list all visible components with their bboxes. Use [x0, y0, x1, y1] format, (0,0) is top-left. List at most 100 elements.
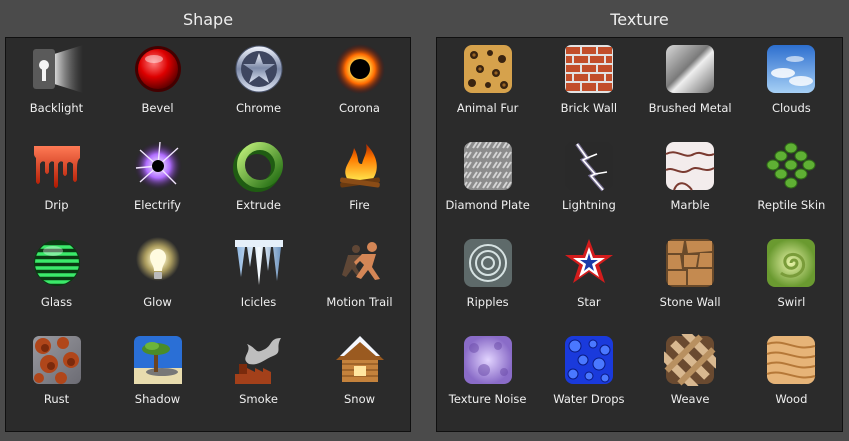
texture-panel-title: Texture [610, 10, 669, 29]
shape-tile-label: Corona [339, 101, 380, 115]
shape-tile-backlight[interactable]: Backlight [6, 41, 107, 138]
fire-icon [334, 138, 386, 192]
smoke-icon [233, 332, 285, 386]
texture-tile-label: Clouds [771, 101, 811, 115]
shape-tile-label: Smoke [239, 392, 278, 406]
shape-tile-label: Chrome [235, 101, 282, 115]
shape-tile-drip[interactable]: Drip [6, 138, 107, 235]
texture-tile-label: Water Drops [553, 392, 625, 406]
texture-grid: Animal Fur Brick Wall Brushed Metal Clou… [437, 38, 842, 431]
shape-tile-glass[interactable]: Glass [6, 235, 107, 332]
reptile-skin-icon [765, 138, 817, 192]
texture-tile-label: Animal Fur [456, 101, 519, 115]
shape-tile-label: Electrify [134, 198, 181, 212]
shape-tile-label: Backlight [29, 101, 84, 115]
shape-tile-label: Drip [44, 198, 69, 212]
rust-icon [31, 332, 83, 386]
chrome-icon [233, 41, 285, 95]
star-icon [563, 235, 615, 289]
glow-icon [132, 235, 184, 289]
texture-tile-reptile-skin[interactable]: Reptile Skin [741, 138, 842, 235]
bevel-icon [132, 41, 184, 95]
shape-tile-label: Rust [43, 392, 70, 406]
texture-tile-brushed-metal[interactable]: Brushed Metal [640, 41, 741, 138]
shape-tile-label: Shadow [134, 392, 181, 406]
shape-tile-icicles[interactable]: Icicles [208, 235, 309, 332]
texture-tile-label: Texture Noise [448, 392, 527, 406]
animal-fur-icon [462, 41, 514, 95]
texture-tile-wood[interactable]: Wood [741, 332, 842, 429]
texture-tile-label: Wood [775, 392, 808, 406]
shape-tile-bevel[interactable]: Bevel [107, 41, 208, 138]
weave-icon [664, 332, 717, 386]
shape-tile-chrome[interactable]: Chrome [208, 41, 309, 138]
shape-panel-title: Shape [182, 10, 234, 29]
texture-tile-weave[interactable]: Weave [640, 332, 741, 429]
texture-tile-label: Star [577, 295, 601, 309]
shape-tile-motion-trail[interactable]: Motion Trail [309, 235, 410, 332]
texture-tile-water-drops[interactable]: Water Drops [538, 332, 639, 429]
texture-tile-diamond-plate[interactable]: Diamond Plate [437, 138, 538, 235]
shape-tile-smoke[interactable]: Smoke [208, 332, 309, 429]
ripples-icon [462, 235, 514, 289]
shape-tile-fire[interactable]: Fire [309, 138, 410, 235]
texture-tile-brick-wall[interactable]: Brick Wall [538, 41, 639, 138]
texture-tile-stone-wall[interactable]: Stone Wall [640, 235, 741, 332]
texture-tile-swirl[interactable]: Swirl [741, 235, 842, 332]
shape-tile-label: Snow [343, 392, 376, 406]
texture-tile-star[interactable]: Star [538, 235, 639, 332]
shape-tile-label: Motion Trail [326, 295, 393, 309]
texture-tile-label: Diamond Plate [445, 198, 530, 212]
extrude-icon [232, 138, 285, 192]
brushed-metal-icon [664, 41, 716, 95]
texture-tile-marble[interactable]: Marble [640, 138, 741, 235]
shape-tile-electrify[interactable]: Electrify [107, 138, 208, 235]
shape-panel: Backlight Bevel Chrome Corona Drip Elect… [5, 37, 411, 432]
texture-tile-lightning[interactable]: Lightning [538, 138, 639, 235]
shape-tile-label: Glass [40, 295, 73, 309]
drip-icon [31, 138, 83, 192]
water-drops-icon [563, 332, 615, 386]
shape-tile-rust[interactable]: Rust [6, 332, 107, 429]
shape-grid: Backlight Bevel Chrome Corona Drip Elect… [6, 38, 410, 431]
texture-tile-label: Ripples [466, 295, 509, 309]
lightning-icon [563, 138, 615, 192]
shape-tile-corona[interactable]: Corona [309, 41, 410, 138]
texture-tile-texture-noise[interactable]: Texture Noise [437, 332, 538, 429]
texture-tile-label: Brick Wall [560, 101, 618, 115]
texture-tile-clouds[interactable]: Clouds [741, 41, 842, 138]
wood-icon [765, 332, 817, 386]
shape-tile-shadow[interactable]: Shadow [107, 332, 208, 429]
corona-icon [334, 41, 386, 95]
texture-tile-label: Lightning [561, 198, 616, 212]
shape-tile-extrude[interactable]: Extrude [208, 138, 309, 235]
texture-noise-icon [462, 332, 514, 386]
texture-tile-label: Swirl [777, 295, 806, 309]
shadow-icon [132, 332, 184, 386]
shape-tile-label: Fire [349, 198, 370, 212]
shape-tile-label: Extrude [236, 198, 281, 212]
shape-tile-glow[interactable]: Glow [107, 235, 208, 332]
icicles-icon [233, 235, 285, 289]
texture-tile-label: Reptile Skin [757, 198, 826, 212]
motion-trail-icon [334, 235, 386, 289]
texture-tile-label: Weave [670, 392, 710, 406]
swirl-icon [765, 235, 817, 289]
diamond-plate-icon [462, 138, 514, 192]
electrify-icon [132, 138, 184, 192]
clouds-icon [765, 41, 817, 95]
texture-panel: Animal Fur Brick Wall Brushed Metal Clou… [436, 37, 843, 432]
texture-tile-label: Stone Wall [659, 295, 721, 309]
glass-icon [31, 235, 83, 289]
stone-wall-icon [664, 235, 716, 289]
backlight-icon [31, 41, 83, 95]
shape-tile-snow[interactable]: Snow [309, 332, 410, 429]
shape-tile-label: Glow [143, 295, 172, 309]
texture-tile-label: Brushed Metal [648, 101, 732, 115]
snow-icon [334, 332, 386, 386]
shape-tile-label: Bevel [141, 101, 174, 115]
texture-tile-ripples[interactable]: Ripples [437, 235, 538, 332]
texture-tile-animal-fur[interactable]: Animal Fur [437, 41, 538, 138]
brick-wall-icon [563, 41, 615, 95]
texture-tile-label: Marble [670, 198, 710, 212]
